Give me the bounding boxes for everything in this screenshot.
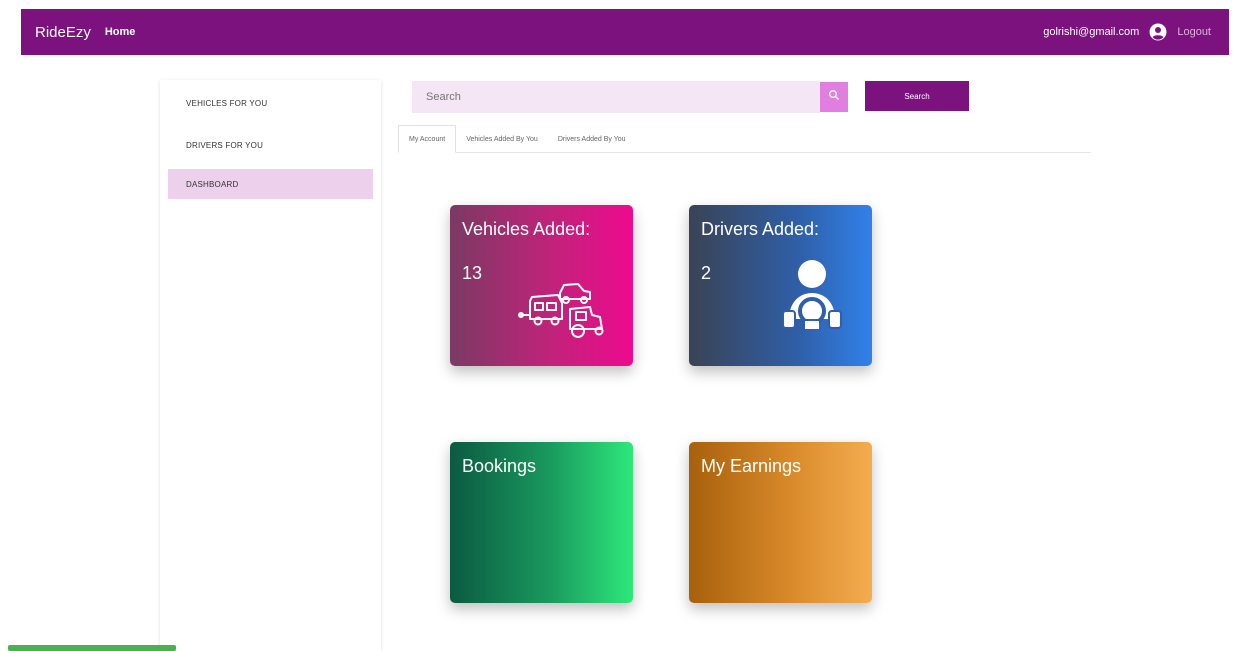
driver-icon bbox=[775, 259, 849, 338]
sidebar-item-drivers-for-you[interactable]: DRIVERS FOR YOU bbox=[168, 130, 373, 160]
page: RideEzy Home golrishi@gmail.com Logout V… bbox=[0, 0, 1250, 651]
vehicles-icon bbox=[518, 273, 608, 344]
search-input[interactable] bbox=[412, 81, 820, 113]
account-tabs: My Account Vehicles Added By You Drivers… bbox=[398, 125, 1091, 153]
vehicles-added-card[interactable]: Vehicles Added: 13 bbox=[450, 205, 633, 366]
drivers-count: 2 bbox=[701, 263, 712, 283]
search-icon bbox=[828, 88, 840, 106]
tab-vehicles-added[interactable]: Vehicles Added By You bbox=[456, 125, 548, 153]
tab-drivers-added[interactable]: Drivers Added By You bbox=[548, 125, 636, 153]
search-icon-button[interactable] bbox=[820, 82, 848, 112]
vehicles-card-title: Vehicles Added: bbox=[462, 219, 591, 239]
search-button[interactable]: Search bbox=[865, 81, 969, 111]
account-circle-icon[interactable] bbox=[1149, 23, 1167, 41]
my-earnings-card[interactable]: My Earnings bbox=[689, 442, 872, 603]
vehicles-count: 13 bbox=[462, 263, 483, 283]
drivers-card-title: Drivers Added: bbox=[701, 219, 820, 239]
loading-progress-bar bbox=[8, 645, 176, 651]
sidebar: VEHICLES FOR YOU DRIVERS FOR YOU DASHBOA… bbox=[160, 80, 381, 651]
bookings-card[interactable]: Bookings bbox=[450, 442, 633, 603]
earnings-card-title: My Earnings bbox=[701, 456, 802, 476]
brand-logo[interactable]: RideEzy bbox=[35, 24, 91, 41]
home-link[interactable]: Home bbox=[105, 26, 136, 38]
tab-my-account[interactable]: My Account bbox=[398, 125, 457, 153]
drivers-added-card[interactable]: Drivers Added: 2 bbox=[689, 205, 872, 366]
navbar-user-area: golrishi@gmail.com Logout bbox=[1043, 23, 1211, 41]
user-email: golrishi@gmail.com bbox=[1043, 26, 1140, 38]
page-scrollbar[interactable] bbox=[1243, 0, 1250, 24]
sidebar-item-dashboard[interactable]: DASHBOARD bbox=[168, 169, 373, 199]
sidebar-item-vehicles-for-you[interactable]: VEHICLES FOR YOU bbox=[168, 88, 373, 118]
logout-link[interactable]: Logout bbox=[1177, 26, 1211, 38]
top-navbar: RideEzy Home golrishi@gmail.com Logout bbox=[21, 9, 1229, 55]
bookings-card-title: Bookings bbox=[462, 456, 537, 476]
